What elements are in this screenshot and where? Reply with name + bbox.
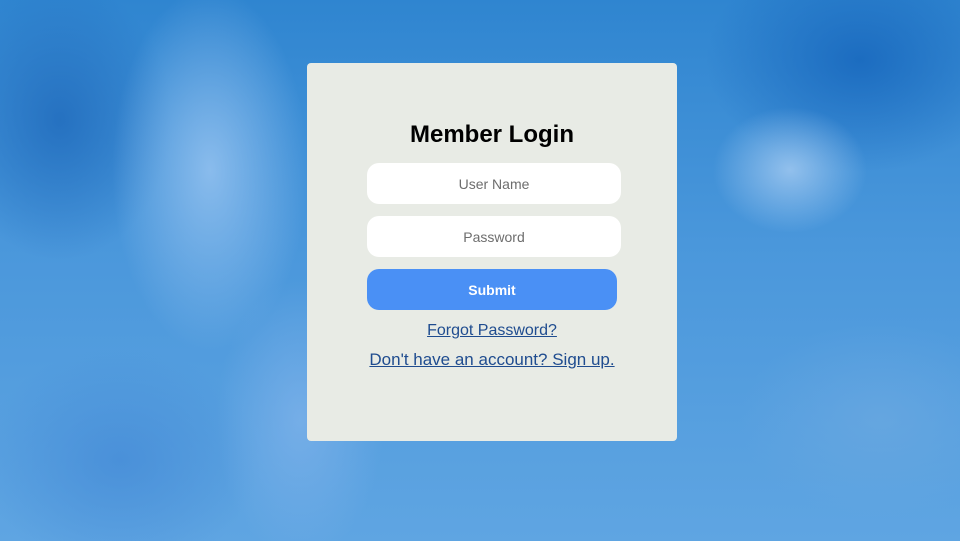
password-input[interactable] <box>367 216 621 257</box>
login-card: Member Login Submit Forgot Password? Don… <box>307 63 677 441</box>
username-input[interactable] <box>367 163 621 204</box>
submit-button[interactable]: Submit <box>367 269 617 310</box>
page-title: Member Login <box>409 121 574 148</box>
signup-link[interactable]: Don't have an account? Sign up. <box>307 350 677 370</box>
forgot-password-link[interactable]: Forgot Password? <box>307 322 677 340</box>
